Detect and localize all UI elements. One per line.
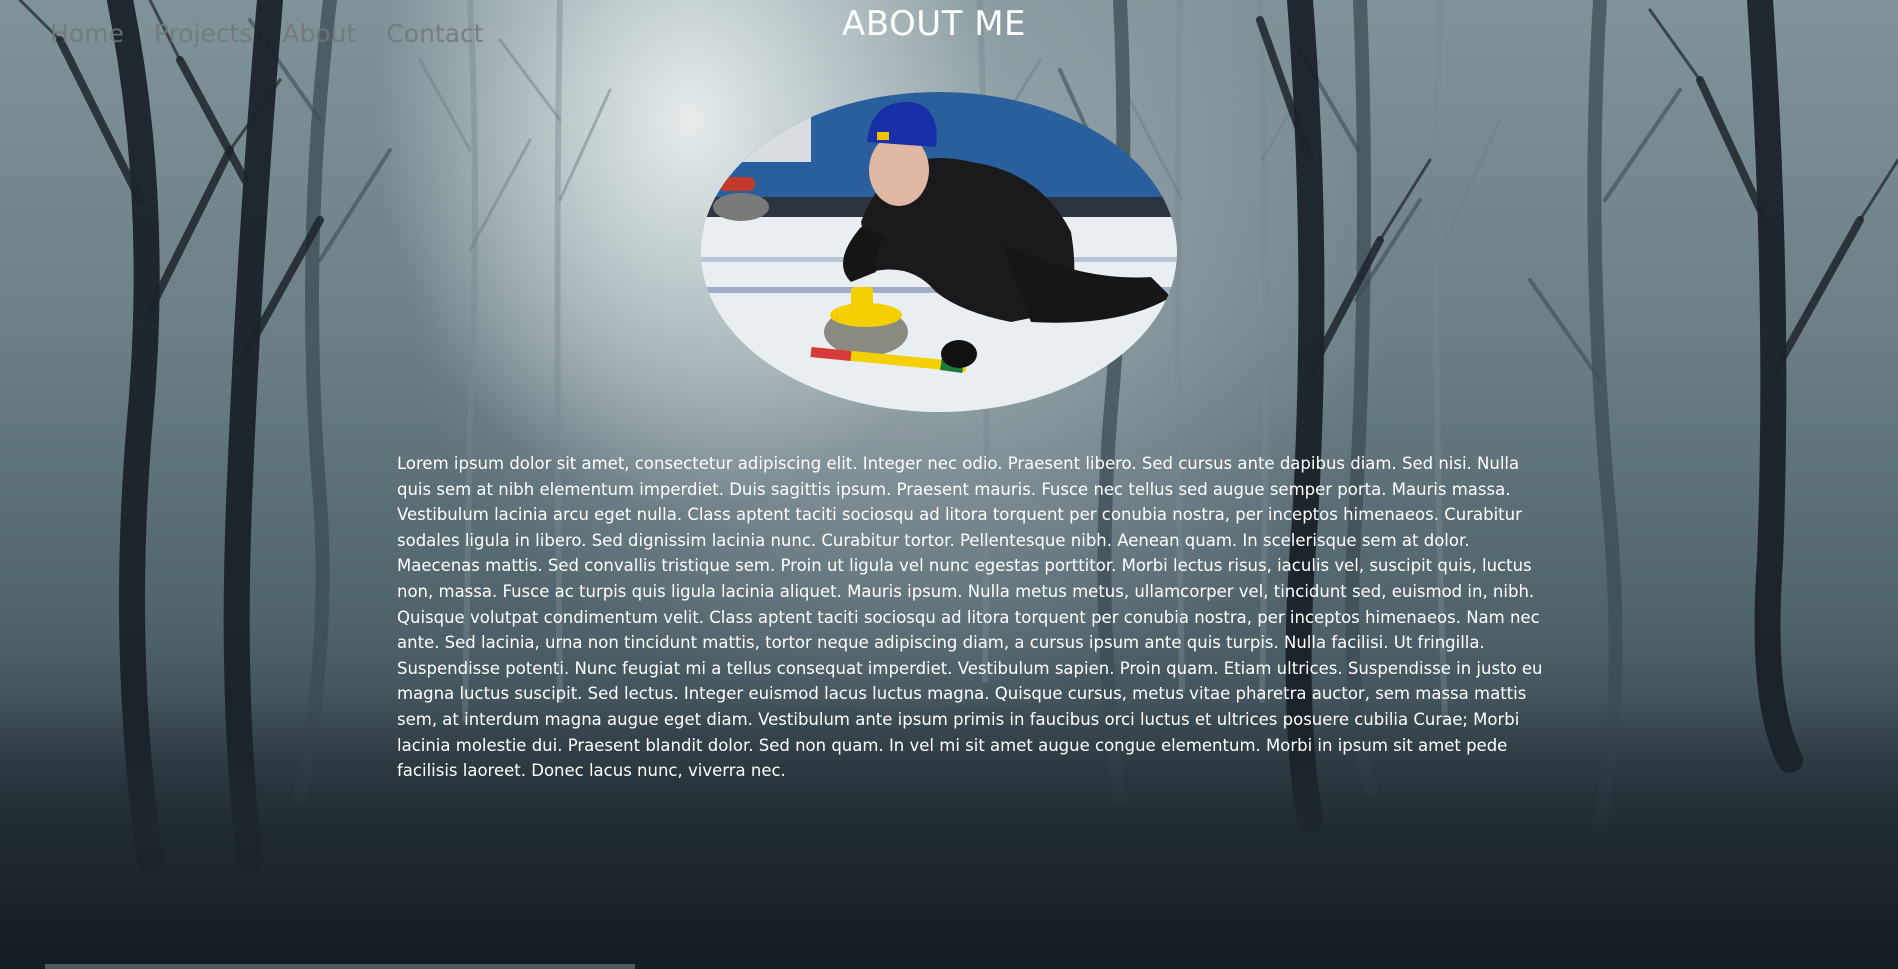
bio-paragraph: Lorem ipsum dolor sit amet, consectetur … [397,454,1543,781]
horizontal-scrollbar[interactable] [45,964,635,969]
curling-player-photo [701,92,1177,412]
page-title: ABOUT ME [0,4,1898,44]
profile-photo [701,92,1177,412]
page-title-text: ABOUT ME [841,4,1027,44]
